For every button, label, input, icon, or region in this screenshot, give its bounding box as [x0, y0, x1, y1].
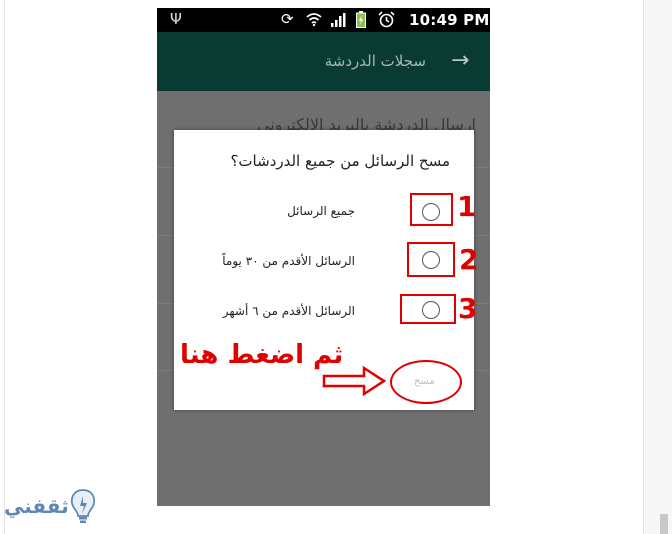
instruction-annotation: ثم اضغط هنا	[180, 340, 344, 370]
highlight-box	[407, 242, 455, 277]
step-number: 2	[459, 243, 479, 276]
highlight-ellipse	[390, 360, 462, 404]
battery-icon	[356, 11, 366, 28]
option-label-30-days[interactable]: الرسائل الأقدم من ٣٠ يوماً	[222, 254, 355, 268]
app-bar: سجلات الدردشة →	[157, 32, 490, 91]
app-bar-title: سجلات الدردشة	[324, 52, 426, 70]
status-clock: 10:49 PM	[409, 11, 490, 29]
status-bar: Ψ ⟳ 10:49 PM	[157, 8, 490, 32]
wifi-icon	[306, 13, 322, 27]
page-gutter	[644, 0, 672, 534]
highlight-box	[400, 294, 456, 324]
site-logo: ثقفني	[2, 482, 102, 532]
option-label-all[interactable]: جميع الرسائل	[287, 204, 355, 218]
page-rule-left	[4, 0, 5, 534]
step-number: 3	[458, 292, 478, 325]
usb-icon: Ψ	[170, 10, 182, 28]
sync-icon: ⟳	[281, 10, 294, 28]
alarm-icon	[378, 11, 395, 28]
lightbulb-icon	[70, 489, 96, 523]
back-arrow-icon[interactable]: →	[451, 48, 469, 73]
arrow-right-icon	[322, 365, 386, 397]
step-number: 1	[457, 190, 477, 223]
dialog-title: مسح الرسائل من جميع الدردشات؟	[230, 152, 450, 170]
scrollbar-thumb[interactable]	[660, 514, 668, 534]
option-label-6-months[interactable]: الرسائل الأقدم من ٦ أشهر	[223, 304, 355, 318]
logo-text: ثقفني	[4, 494, 69, 518]
highlight-box	[410, 193, 453, 226]
signal-icon	[331, 13, 346, 27]
